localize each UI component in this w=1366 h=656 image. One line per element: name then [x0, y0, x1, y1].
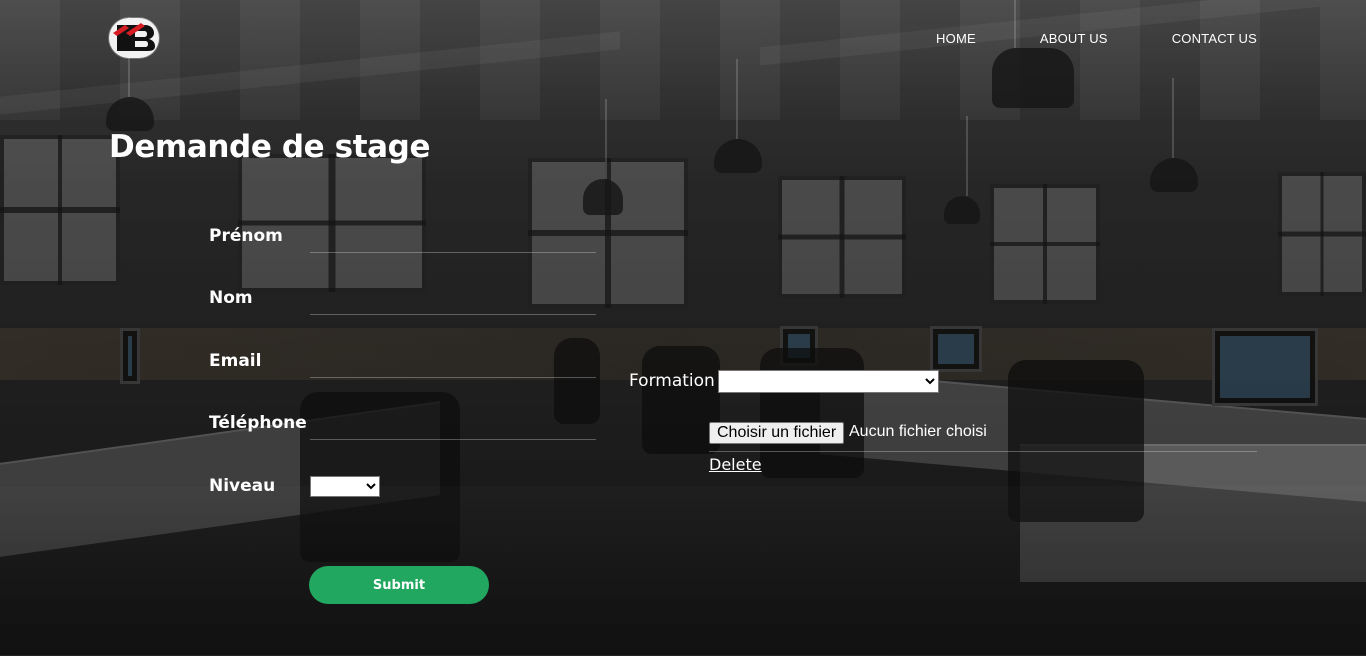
logo[interactable] [109, 18, 159, 58]
phone-underline [310, 439, 596, 440]
window-shape [1278, 172, 1366, 296]
desk-surface [1020, 444, 1366, 582]
ceiling-lamp [1150, 78, 1198, 192]
delete-link[interactable]: Delete [709, 455, 762, 474]
first-name-label: Prénom [209, 226, 283, 246]
office-chair [760, 348, 864, 478]
page-title: Demande de stage [109, 129, 431, 165]
ceiling-lamp [714, 59, 762, 173]
ceiling-lamp [106, 17, 154, 131]
level-field: Niveau [209, 476, 596, 500]
last-name-field: Nom [209, 288, 600, 328]
window-shape [778, 176, 906, 298]
email-underline [310, 377, 596, 378]
phone-input[interactable] [310, 415, 600, 439]
level-select[interactable] [310, 476, 380, 497]
page: HOME ABOUT US CONTACT US Demande de stag… [0, 0, 1366, 656]
email-label: Email [209, 351, 262, 371]
window-shape [990, 184, 1100, 304]
first-name-underline [310, 252, 596, 253]
floor-shade [0, 486, 1366, 656]
formation-label: Formation [629, 371, 715, 391]
file-chooser-button[interactable]: Choisir un fichier [709, 422, 845, 444]
email-input[interactable] [310, 353, 600, 377]
email-field: Email [209, 351, 600, 391]
office-background [0, 0, 1366, 656]
window-shape [238, 154, 426, 292]
level-label: Niveau [209, 476, 276, 496]
nav-home[interactable]: HOME [936, 31, 976, 46]
nav-contact-us[interactable]: CONTACT US [1172, 31, 1257, 46]
phone-label: Téléphone [209, 413, 307, 433]
last-name-underline [310, 314, 596, 315]
monitor-shape [930, 326, 982, 372]
phone-field: Téléphone [209, 413, 600, 453]
ceiling-lamp [944, 116, 980, 224]
ceiling-lamp [992, 0, 1074, 108]
file-upload-row: Choisir un fichier Aucun fichier choisi [709, 422, 1257, 452]
window-shape [0, 135, 120, 285]
monitor-shape [120, 328, 140, 384]
first-name-input[interactable] [310, 228, 600, 252]
file-underline [709, 451, 1257, 452]
top-navigation: HOME ABOUT US CONTACT US [936, 31, 1257, 46]
last-name-label: Nom [209, 288, 253, 308]
nav-about-us[interactable]: ABOUT US [1040, 31, 1108, 46]
submit-button[interactable]: Submit [309, 566, 489, 604]
monitor-shape [780, 326, 818, 366]
monitor-shape [1212, 328, 1318, 406]
first-name-field: Prénom [209, 226, 600, 266]
ib-logo-icon [113, 23, 155, 51]
ceiling-beam [0, 31, 620, 115]
ceiling-shade [0, 0, 1366, 120]
formation-select[interactable] [718, 370, 939, 393]
ceiling-lamp [583, 99, 623, 215]
last-name-input[interactable] [310, 290, 600, 314]
file-status-text: Aucun fichier choisi [849, 423, 987, 440]
